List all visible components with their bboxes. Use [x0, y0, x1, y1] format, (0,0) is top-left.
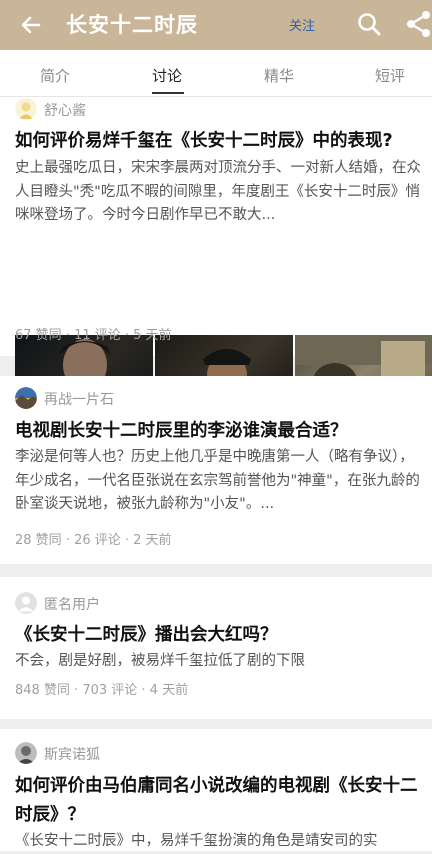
post-card[interactable]: 再战一片石 电视剧长安十二时辰里的李泌谁演最合适？ 李泌是何等人也？历史上他几乎…: [0, 376, 432, 564]
post-stats: 848 赞同 · 703 评论 · 4 天前: [15, 683, 189, 698]
tab-intro[interactable]: 简介: [40, 65, 70, 86]
active-tab-indicator: [152, 92, 184, 94]
question-title[interactable]: 电视剧长安十二时辰里的李泌谁演最合适？: [15, 417, 420, 446]
answer-excerpt[interactable]: 不会，剧是好剧，被易烊千玺拉低了剧的下限: [15, 650, 425, 674]
avatar: [15, 387, 37, 409]
avatar: [15, 742, 37, 764]
author-name: 匿名用户: [44, 597, 100, 613]
author-name: 舒心酱: [44, 103, 86, 119]
avatar: [15, 592, 37, 614]
follow-button[interactable]: 关注: [289, 15, 315, 34]
answer-excerpt[interactable]: 史上最强吃瓜日，宋宋李晨两对顶流分手、一对新人结婚，在众人目瞪头"秃"吃瓜不暇的…: [15, 157, 425, 228]
page-title: 长安十二时辰: [66, 13, 198, 37]
app-header: 长安十二时辰 关注: [0, 0, 432, 50]
answer-excerpt[interactable]: 李泌是何等人也？历史上他几乎是中晚唐第一人（略有争议），年少成名，一代名臣张说在…: [15, 446, 425, 517]
search-icon[interactable]: [356, 11, 382, 37]
post-card[interactable]: 斯宾诺狐 如何评价由马伯庸同名小说改编的电视剧《长安十二时辰》？ 《长安十二时辰…: [0, 729, 432, 851]
question-title[interactable]: 《长安十二时辰》播出会大红吗？: [15, 621, 420, 650]
question-title[interactable]: 如何评价易烊千玺在《长安十二时辰》中的表现?: [15, 127, 420, 156]
tab-discussion[interactable]: 讨论: [152, 65, 182, 86]
post-card[interactable]: 舒心酱 如何评价易烊千玺在《长安十二时辰》中的表现? 史上最强吃瓜日，宋宋李晨两…: [0, 97, 432, 411]
post-stats: 28 赞同 · 26 评论 · 2 天前: [15, 533, 172, 548]
share-icon[interactable]: [406, 10, 432, 38]
tab-bar: 简介 讨论 精华 短评: [0, 50, 432, 97]
author-name: 斯宾诺狐: [44, 747, 100, 763]
tab-highlights[interactable]: 精华: [264, 65, 294, 86]
answer-excerpt[interactable]: 《长安十二时辰》中，易烊千玺扮演的角色是靖安司的实: [15, 830, 425, 854]
avatar: [15, 98, 37, 120]
question-title[interactable]: 如何评价由马伯庸同名小说改编的电视剧《长安十二时辰》？: [15, 772, 420, 830]
back-arrow-icon[interactable]: [17, 11, 45, 39]
post-card[interactable]: 匿名用户 《长安十二时辰》播出会大红吗？ 不会，剧是好剧，被易烊千玺拉低了剧的下…: [0, 577, 432, 719]
author-name: 再战一片石: [44, 392, 114, 408]
tab-short-reviews[interactable]: 短评: [375, 65, 405, 86]
post-stats: 67 赞同 · 11 评论 · 5 天前: [15, 328, 172, 343]
